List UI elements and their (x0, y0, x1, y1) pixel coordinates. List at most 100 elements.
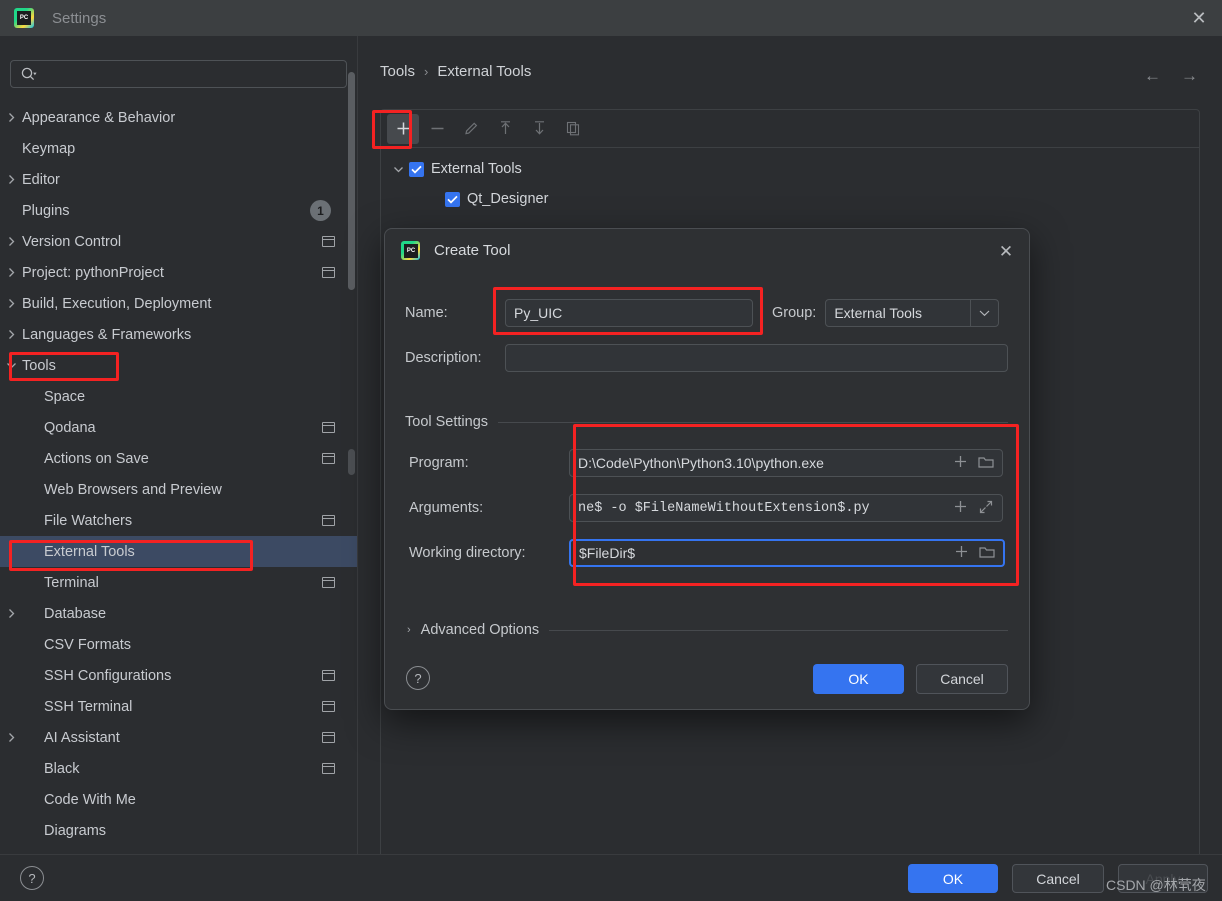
description-label: Description: (405, 350, 482, 366)
remove-tool-button[interactable] (421, 114, 453, 144)
sidebar-item-version-control[interactable]: Version Control (0, 226, 357, 257)
sidebar-item-label: Space (44, 388, 86, 405)
group-value: External Tools (834, 305, 923, 321)
sidebar-item-label: Keymap (22, 140, 76, 157)
sidebar-item-label: SSH Configurations (44, 667, 172, 684)
name-input[interactable]: Py_UIC (505, 299, 753, 327)
folder-browse-icon[interactable] (978, 455, 994, 472)
group-dropdown[interactable]: External Tools (825, 299, 1000, 327)
tool-settings-group-header: Tool Settings (405, 414, 1008, 430)
dialog-app-icon (401, 241, 420, 260)
tool-tree-label: External Tools (431, 161, 522, 177)
sidebar-item-label: Version Control (22, 233, 122, 250)
sidebar-item-csv-formats[interactable]: CSV Formats (0, 629, 357, 660)
sidebar-item-editor[interactable]: Editor (0, 164, 357, 195)
settings-footer: ? OK Cancel Apply (0, 854, 1222, 901)
sidebar-item-ssh-configurations[interactable]: SSH Configurations (0, 660, 357, 691)
project-scope-icon (322, 515, 335, 526)
sidebar-item-languages-frameworks[interactable]: Languages & Frameworks (0, 319, 357, 350)
footer-cancel-button[interactable]: Cancel (1012, 864, 1104, 893)
breadcrumb-parent[interactable]: Tools (380, 63, 415, 80)
chevron-right-icon (0, 236, 22, 247)
dialog-close-icon[interactable]: ✕ (995, 241, 1017, 263)
csdn-watermark: CSDN @林茕夜 (1106, 877, 1206, 893)
insert-macro-icon[interactable] (954, 544, 969, 562)
close-icon[interactable]: ✕ (1184, 4, 1214, 32)
project-scope-icon (322, 267, 335, 278)
group-label: Group: (772, 305, 817, 321)
footer-help-button[interactable]: ? (20, 866, 44, 890)
window-title: Settings (52, 9, 107, 27)
checkbox-checked[interactable] (409, 161, 424, 177)
sidebar-item-ai-assistant[interactable]: AI Assistant (0, 722, 357, 753)
settings-sidebar: Appearance & Behavior Keymap Editor Plugins… (0, 36, 358, 854)
sidebar-item-external-tools[interactable]: External Tools (0, 536, 357, 567)
sidebar-item-label: File Watchers (44, 512, 133, 529)
sidebar-item-label: Black (44, 760, 80, 777)
footer-ok-button[interactable]: OK (908, 864, 998, 893)
program-input[interactable]: D:\Code\Python\Python3.10\python.exe (569, 449, 1003, 477)
sidebar-item-file-watchers[interactable]: File Watchers (0, 505, 357, 536)
project-scope-icon (322, 763, 335, 774)
advanced-options-section[interactable]: › Advanced Options (407, 622, 1008, 638)
search-box[interactable] (10, 60, 347, 88)
sidebar-item-space[interactable]: Space (0, 381, 357, 412)
breadcrumb-current: External Tools (437, 63, 532, 80)
program-value: D:\Code\Python\Python3.10\python.exe (578, 455, 824, 471)
breadcrumb: Tools › External Tools (380, 63, 531, 80)
forward-arrow-icon[interactable]: → (1181, 66, 1198, 86)
sidebar-item-terminal[interactable]: Terminal (0, 567, 357, 598)
copy-tool-button[interactable] (557, 114, 589, 144)
move-down-button[interactable] (523, 114, 555, 144)
sidebar-scrollbar-thumb[interactable] (348, 72, 355, 290)
sidebar-item-plugins[interactable]: Plugins 1 (0, 195, 357, 226)
dialog-cancel-button[interactable]: Cancel (916, 664, 1008, 694)
back-arrow-icon[interactable]: ← (1144, 66, 1161, 86)
sidebar-item-project-pythonproject[interactable]: Project: pythonProject (0, 257, 357, 288)
chevron-right-icon: › (407, 623, 411, 636)
sidebar-item-label: Tools (22, 357, 56, 374)
working-directory-input[interactable]: $FileDir$ (569, 539, 1005, 567)
tool-tree-row[interactable]: External Tools (387, 154, 1187, 184)
sidebar-item-appearance-behavior[interactable]: Appearance & Behavior (0, 102, 357, 133)
sidebar-item-actions-on-save[interactable]: Actions on Save (0, 443, 357, 474)
sidebar-item-keymap[interactable]: Keymap (0, 133, 357, 164)
sidebar-item-tools[interactable]: Tools (0, 350, 357, 381)
pycharm-logo-icon (14, 8, 34, 28)
working-directory-label: Working directory: (409, 545, 526, 561)
sidebar-item-database[interactable]: Database (0, 598, 357, 629)
dialog-help-button[interactable]: ? (406, 666, 430, 690)
sidebar-item-label: Web Browsers and Preview (44, 481, 222, 498)
dialog-ok-button[interactable]: OK (813, 664, 904, 694)
sidebar-item-label: External Tools (44, 543, 135, 560)
sidebar-item-build-execution-deployment[interactable]: Build, Execution, Deployment (0, 288, 357, 319)
sidebar-item-black[interactable]: Black (0, 753, 357, 784)
edit-tool-button[interactable] (455, 114, 487, 144)
arguments-input[interactable]: ne$ -o $FileNameWithoutExtension$.py (569, 494, 1003, 522)
description-input[interactable] (505, 344, 1008, 372)
project-scope-icon (322, 236, 335, 247)
folder-browse-icon[interactable] (979, 545, 995, 562)
search-input[interactable] (41, 66, 346, 82)
insert-macro-icon[interactable] (953, 454, 968, 472)
checkbox-checked[interactable] (445, 191, 460, 207)
program-label: Program: (409, 455, 469, 471)
move-up-button[interactable] (489, 114, 521, 144)
tool-tree-row[interactable]: Qt_Designer (387, 184, 1187, 214)
sidebar-item-label: SSH Terminal (44, 698, 133, 715)
expand-editor-icon[interactable] (978, 499, 994, 518)
add-tool-button[interactable] (387, 113, 419, 144)
sidebar-item-ssh-terminal[interactable]: SSH Terminal (0, 691, 357, 722)
title-bar: Settings ✕ (0, 0, 1222, 36)
sidebar-item-label: Build, Execution, Deployment (22, 295, 212, 312)
navigation-buttons: ← → (1144, 66, 1198, 86)
sidebar-item-label: CSV Formats (44, 636, 132, 653)
insert-macro-icon[interactable] (953, 499, 968, 517)
sidebar-item-diagrams[interactable]: Diagrams (0, 815, 357, 846)
sidebar-item-web-browsers-and-preview[interactable]: Web Browsers and Preview (0, 474, 357, 505)
sidebar-scrollbar-thumb-secondary[interactable] (348, 449, 355, 475)
chevron-right-icon (0, 112, 22, 123)
sidebar-item-code-with-me[interactable]: Code With Me (0, 784, 357, 815)
dialog-title-bar: Create Tool (401, 241, 510, 260)
sidebar-item-qodana[interactable]: Qodana (0, 412, 357, 443)
